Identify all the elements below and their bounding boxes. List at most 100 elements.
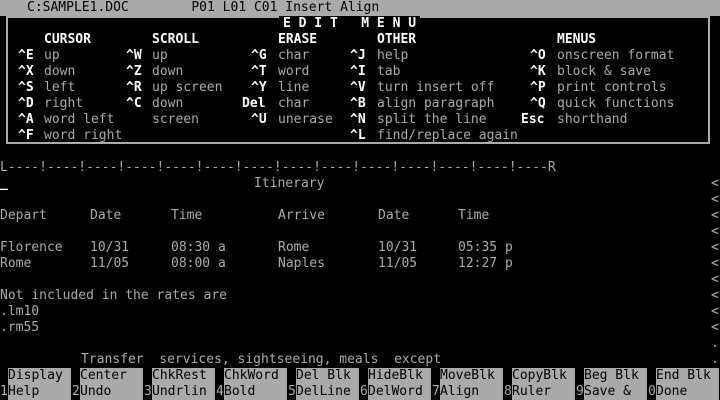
fkey-shift-10[interactable]: End Blk: [656, 368, 719, 384]
menu-item-cursor[interactable]: left: [44, 80, 75, 96]
menu-item-menus[interactable]: onscreen format: [557, 48, 674, 64]
menu-key-erase: Del: [242, 96, 266, 111]
dot-command-line: .lm10: [0, 304, 720, 320]
ruler: L----!----!----!----!----!----!----!----…: [0, 160, 720, 176]
menu-item-menus[interactable]: print controls: [557, 80, 667, 96]
fkey-shift-8[interactable]: CopyBlk: [512, 368, 575, 384]
doc-text-line[interactable]: Transfer services, sightseeing, meals ex…: [81, 352, 441, 368]
menu-item-other[interactable]: split the line: [377, 112, 487, 128]
menu-item-scroll[interactable]: down: [152, 96, 183, 112]
menu-key-menus: ^O: [530, 48, 546, 63]
dot-command-rm[interactable]: .rm55: [0, 320, 39, 336]
menu-item-scroll[interactable]: up screen: [152, 80, 222, 96]
menu-item-erase[interactable]: unerase: [278, 112, 333, 128]
fkey-number: 8: [504, 384, 512, 400]
menu-item-cursor[interactable]: right: [44, 96, 83, 112]
cell-date1[interactable]: 10/31: [90, 240, 129, 256]
menu-item-erase[interactable]: char: [278, 96, 309, 112]
menu-item-erase[interactable]: char: [278, 48, 309, 64]
menu-item-scroll[interactable]: screen: [152, 112, 199, 128]
fkey-3[interactable]: Undrlin: [152, 384, 215, 400]
cell-arrive[interactable]: Naples: [278, 256, 325, 272]
menu-key-scroll: ^W: [126, 48, 142, 63]
menu-item-other[interactable]: find/replace again: [377, 128, 518, 144]
doc-last-line: Transfer services, sightseeing, meals ex…: [0, 352, 720, 368]
menu-key-erase: ^G: [251, 48, 267, 63]
margin-flag: <: [711, 192, 719, 207]
margin-flag: .: [711, 352, 719, 367]
menu-item-menus[interactable]: block & save: [557, 64, 651, 80]
doc-line-title: _ Itinerary: [0, 176, 720, 192]
cell-date2[interactable]: 11/05: [378, 256, 417, 272]
fkey-number: 4: [216, 384, 224, 400]
menu-item-cursor[interactable]: word right: [44, 128, 122, 144]
cell-time2[interactable]: 12:27 p: [458, 256, 513, 272]
fkey-10[interactable]: Done: [656, 384, 719, 400]
cell-time2[interactable]: 05:35 p: [458, 240, 513, 256]
col-date-arrive: Date: [378, 208, 410, 223]
fkey-number: 0: [648, 384, 656, 400]
dot-command-lm[interactable]: .lm10: [0, 304, 39, 320]
fkey-shift-4[interactable]: ChkWord: [224, 368, 287, 384]
menu-item-other[interactable]: tab: [377, 64, 400, 80]
fkey-shift-9[interactable]: Beg Blk: [584, 368, 647, 384]
cell-date2[interactable]: 10/31: [378, 240, 417, 256]
cell-arrive[interactable]: Rome: [278, 240, 309, 256]
menu-item-scroll[interactable]: down: [152, 64, 183, 80]
cell-time1[interactable]: 08:00 a: [171, 256, 226, 272]
fkey-shift-5[interactable]: Del Blk: [296, 368, 359, 384]
menu-item-menus[interactable]: quick functions: [557, 96, 674, 112]
doc-note[interactable]: Not included in the rates are: [0, 288, 227, 304]
menu-item-erase[interactable]: word: [278, 64, 309, 80]
cell-depart[interactable]: Rome: [0, 256, 31, 272]
margin-flag: <: [711, 272, 719, 287]
menu-key-cursor: ^E: [18, 48, 34, 63]
fkey-6[interactable]: DelWord: [368, 384, 431, 400]
doc-title[interactable]: Itinerary: [254, 176, 324, 192]
menu-item-menus[interactable]: shorthand: [557, 112, 627, 128]
fkey-number: 2: [72, 384, 80, 400]
menu-item-cursor[interactable]: word left: [44, 112, 114, 128]
fkey-shift-1[interactable]: Display: [8, 368, 71, 384]
col-date: Date: [90, 208, 122, 223]
menu-item-other[interactable]: turn insert off: [377, 80, 494, 96]
col-arrive: Arrive: [278, 208, 325, 223]
cell-depart[interactable]: Florence: [0, 240, 63, 256]
fkey-5[interactable]: DelLine: [296, 384, 359, 400]
fkey-shift-2[interactable]: Center: [80, 368, 143, 384]
menu-item-cursor[interactable]: down: [44, 64, 75, 80]
ruler-line: L----!----!----!----!----!----!----!----…: [0, 160, 556, 175]
fkey-7[interactable]: Align: [440, 384, 503, 400]
margin-flag: <: [711, 304, 719, 319]
menu-item-erase[interactable]: line: [278, 80, 309, 96]
col-depart: Depart: [0, 208, 47, 223]
menu-row: ^D right ^C down Del char ^B align paragraph ^Q q…: [0, 96, 720, 112]
fkey-8[interactable]: Ruler: [512, 384, 575, 400]
fkey-9[interactable]: Save &: [584, 384, 647, 400]
fkey-1[interactable]: Help: [8, 384, 71, 400]
margin-flag: <: [711, 320, 719, 335]
menu-key-other: ^N: [350, 112, 366, 127]
fkey-number: 6: [360, 384, 368, 400]
fkey-4[interactable]: Bold: [224, 384, 287, 400]
menu-item-cursor[interactable]: up: [44, 48, 60, 64]
menu-row: ^E up ^W up ^G char ^J help ^O onscreen format: [0, 48, 720, 64]
fkey-2[interactable]: Undo: [80, 384, 143, 400]
menu-key-menus: Esc: [521, 112, 545, 127]
fkey-shift-6[interactable]: HideBlk: [368, 368, 431, 384]
menu-key-cursor: ^F: [18, 128, 34, 143]
cell-time1[interactable]: 08:30 a: [171, 240, 226, 256]
header-menus: MENUS: [557, 32, 597, 47]
menu-title: E D I T M E N U: [279, 16, 421, 32]
menu-key-erase: ^T: [251, 64, 267, 79]
fkey-shift-3[interactable]: ChkRest: [152, 368, 215, 384]
menu-item-other[interactable]: align paragraph: [377, 96, 494, 112]
fkey-number: 9: [576, 384, 584, 400]
cell-date1[interactable]: 11/05: [90, 256, 129, 272]
menu-item-other[interactable]: help: [377, 48, 408, 64]
header-scroll: SCROLL: [152, 32, 199, 47]
menu-item-scroll[interactable]: up: [152, 48, 168, 64]
menu-key-menus: ^Q: [530, 96, 546, 111]
fkey-shift-7[interactable]: MoveBlk: [440, 368, 503, 384]
status-bar: C:SAMPLE1.DOC P01 L01 C01 Insert Align: [0, 0, 720, 16]
